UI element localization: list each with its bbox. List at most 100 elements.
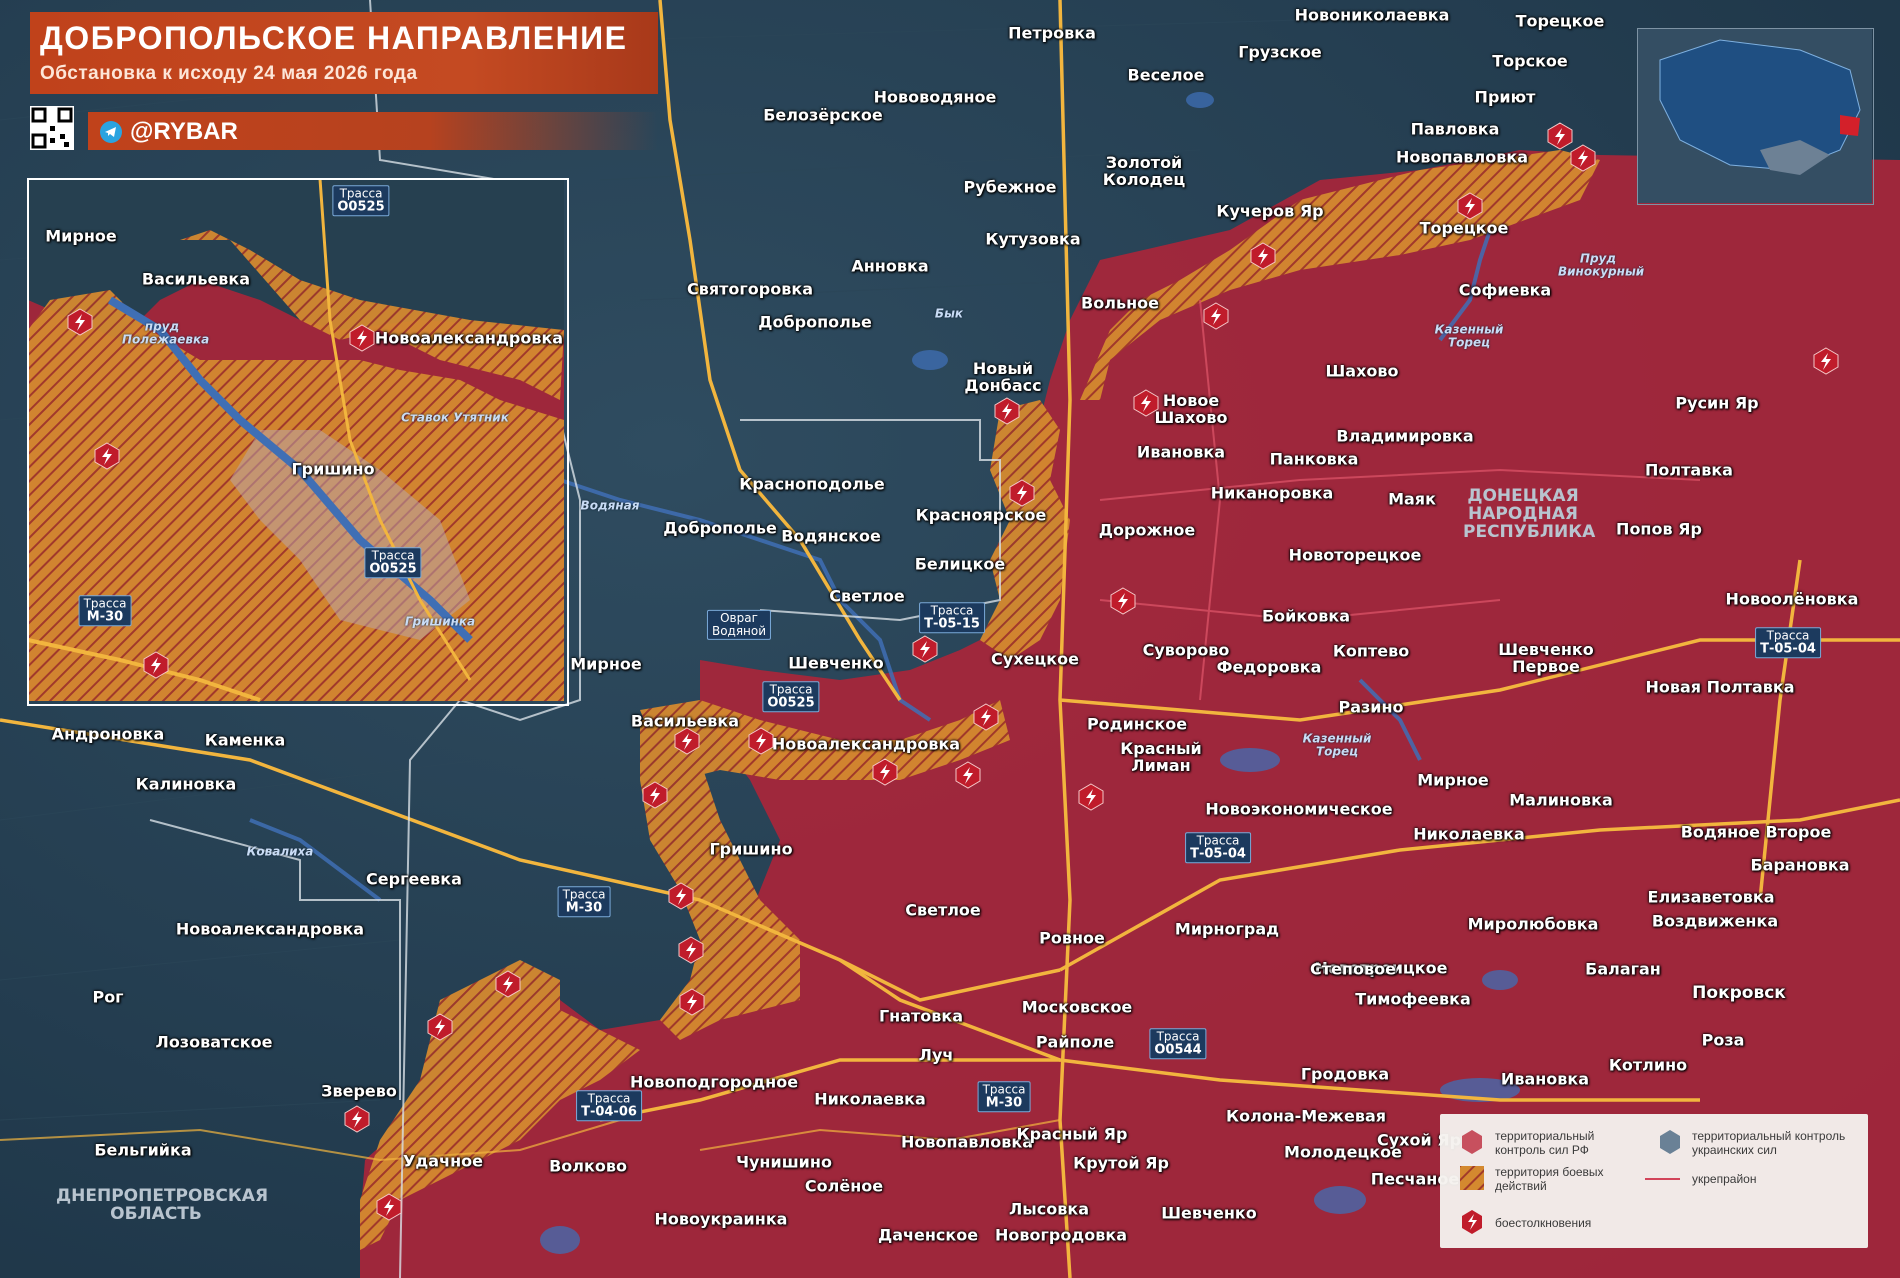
town-label: Мирноград <box>1174 919 1280 939</box>
town-label: Новоподгородное <box>629 1072 799 1092</box>
road-label: Трасса Т-05-04 <box>1185 832 1251 864</box>
town-label: Кутузовка <box>985 229 1081 249</box>
page-subtitle: Обстановка к исходу 24 мая 2026 года <box>40 63 418 84</box>
town-label: Полтавка <box>1645 460 1733 480</box>
clash-icon <box>954 761 982 789</box>
clash-icon <box>747 727 775 755</box>
clash-icon <box>1008 479 1036 507</box>
town-label: Белозёрское <box>763 105 883 125</box>
town-label: Нововодяное <box>873 87 997 107</box>
town-label: Новоторецкое <box>1288 545 1422 565</box>
town-label: Васильевка <box>141 269 251 289</box>
town-label: Крутой Яр <box>1073 1153 1169 1173</box>
water-label: Казенный Торец <box>1302 731 1372 758</box>
town-label: Торское <box>1492 51 1568 71</box>
road-label: Трасса Т-05-04 <box>1755 627 1821 659</box>
clash-icon <box>1569 144 1597 172</box>
clash-icon <box>1249 242 1277 270</box>
clash-icon <box>1202 302 1230 330</box>
town-label: Новоолёновка <box>1725 589 1859 609</box>
road-label: Трасса О0525 <box>332 185 390 217</box>
map-legend: территориальный контроль сил РФ территор… <box>1440 1114 1868 1248</box>
town-label: Даченское <box>877 1225 979 1245</box>
town-label: Гродовка <box>1300 1064 1390 1084</box>
town-label: Ивановка <box>1500 1069 1590 1089</box>
town-label: Светлое <box>905 900 981 920</box>
town-label: Миролюбовка <box>1467 914 1599 934</box>
town-label: Малиновка <box>1509 790 1613 810</box>
clash-icon <box>66 308 94 336</box>
clash-icon <box>142 651 170 679</box>
road-label: Трасса О0525 <box>762 681 820 713</box>
town-label: Дорожное <box>1098 520 1196 540</box>
town-label: Торецкое <box>1515 11 1605 31</box>
town-label: Светлое <box>829 586 905 606</box>
town-label: Андроновка <box>51 724 165 744</box>
town-label: Золотой Колодец <box>1102 153 1186 189</box>
town-label: Водяное Второе <box>1680 822 1832 842</box>
road-label: Трасса Т-04-06 <box>576 1090 642 1122</box>
town-label: Бойковка <box>1261 606 1351 626</box>
clash-icon <box>1456 192 1484 220</box>
town-label: Вольное <box>1081 293 1159 313</box>
town-label: Сергеевка <box>366 869 462 889</box>
telegram-icon <box>100 121 122 143</box>
town-label: Молодецкое <box>1284 1142 1402 1162</box>
town-label: Елизаветовка <box>1647 887 1775 907</box>
clash-icon <box>993 397 1021 425</box>
town-label: Красный Яр <box>1016 1124 1128 1144</box>
town-label: Водянское <box>781 526 881 546</box>
clash-icon <box>426 1013 454 1041</box>
town-label: Каменка <box>204 730 286 750</box>
town-label: Барановка <box>1750 855 1850 875</box>
clash-icon <box>494 970 522 998</box>
clash-icon <box>677 936 705 964</box>
town-label: Николаевка <box>1413 824 1525 844</box>
town-label: Балаган <box>1585 959 1661 979</box>
town-label: Шевченко <box>1161 1203 1257 1223</box>
town-label: Разино <box>1338 697 1404 717</box>
town-label: Шахово <box>1325 361 1399 381</box>
clash-icon <box>641 781 669 809</box>
clash-icon <box>1812 347 1840 375</box>
town-label: Николаевка <box>814 1089 926 1109</box>
town-label: Мирное <box>45 226 117 246</box>
region-label-dnr: ДОНЕЦКАЯ НАРОДНАЯ РЕСПУБЛИКА <box>1463 486 1596 542</box>
town-label: Белицкое <box>914 554 1006 574</box>
legend-clash: боестолкновения <box>1495 1216 1592 1230</box>
town-label: Приют <box>1474 87 1536 107</box>
legend-fort: укрепрайон <box>1692 1172 1757 1186</box>
clash-icon <box>871 758 899 786</box>
legend-ru: территориальный контроль сил РФ <box>1495 1129 1595 1157</box>
town-label: Петровка <box>1008 23 1096 43</box>
town-label: Волково <box>549 1156 627 1176</box>
town-label: Попов Яр <box>1616 519 1702 539</box>
clash-icon <box>1132 389 1160 417</box>
town-label: Котлино <box>1608 1055 1688 1075</box>
town-label: Маяк <box>1388 489 1436 509</box>
town-label: Калиновка <box>135 774 237 794</box>
town-label: Красноподолье <box>739 474 885 494</box>
town-label: Лысовка <box>1008 1199 1090 1219</box>
town-label: Воздвиженка <box>1651 911 1779 931</box>
town-label: Ивановка <box>1136 442 1226 462</box>
town-label: Доброполье <box>663 518 777 538</box>
clash-icon <box>673 727 701 755</box>
town-label: Новая Полтавка <box>1645 677 1795 697</box>
town-label: Святогоровка <box>687 279 813 299</box>
town-label: Родинское <box>1086 714 1188 734</box>
legend-combat: территория боевых действий <box>1495 1165 1604 1193</box>
town-label: Удачное <box>403 1151 483 1171</box>
qr-code-icon <box>30 106 74 150</box>
town-label: Новоукраинка <box>654 1209 788 1229</box>
page-title: ДОБРОПОЛЬСКОЕ НАПРАВЛЕНИЕ <box>40 20 628 56</box>
town-label: Роза <box>1701 1030 1745 1050</box>
road-label: Трасса М-30 <box>557 886 611 918</box>
town-label: Новоэкономическое <box>1205 799 1393 819</box>
town-label: Луч <box>918 1045 954 1065</box>
town-label: Новоалександровка <box>175 919 365 939</box>
town-label: Мирное <box>1417 770 1489 790</box>
town-label: Новониколаевка <box>1294 5 1450 25</box>
clash-icon <box>348 324 376 352</box>
town-label: Павловка <box>1410 119 1500 139</box>
